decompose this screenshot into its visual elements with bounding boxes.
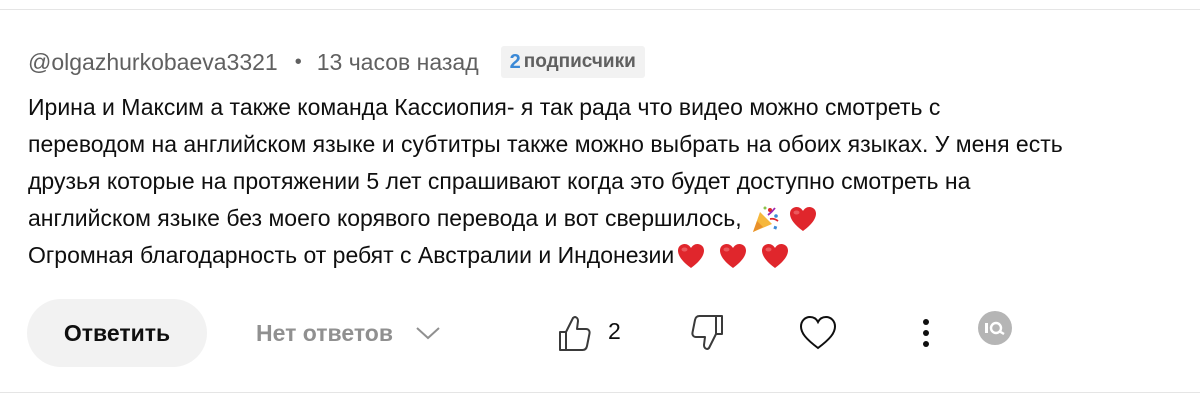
creator-avatar-icon: [978, 311, 1012, 345]
replies-toggle[interactable]: Нет ответов: [256, 313, 441, 353]
comment-line: переводом на английском языке и субтитры…: [28, 126, 1188, 163]
comment-text: Ирина и Максим а также команда Кассиопия…: [28, 89, 1188, 274]
party-popper-icon: [750, 204, 780, 234]
comment-line: друзья которые на протяжении 5 лет спраш…: [28, 163, 1188, 200]
comment-line-text: переводом на английском языке и субтитры…: [28, 131, 1063, 157]
thumbs-up-icon: [559, 316, 591, 351]
subscribers-count: 2: [509, 50, 521, 73]
more-vertical-icon: [923, 319, 929, 347]
top-divider: [0, 9, 1200, 10]
red-heart-icon: [718, 241, 748, 271]
meta-separator: •: [294, 50, 302, 73]
replies-toggle-label: Нет ответов: [256, 319, 393, 346]
like-count: 2: [608, 318, 621, 344]
creator-heart-button[interactable]: [798, 312, 838, 354]
comment-line-text: английском языке без моего корявого пере…: [28, 205, 742, 231]
subscribers-label: подписчики: [523, 51, 636, 72]
thumbs-down-icon: [691, 315, 723, 350]
author-handle[interactable]: @olgazhurkobaeva3321: [28, 49, 278, 76]
comment-timestamp[interactable]: 13 часов назад: [317, 49, 479, 76]
comment-line-text: друзья которые на протяжении 5 лет спраш…: [28, 168, 971, 194]
comment-line: Ирина и Максим а также команда Кассиопия…: [28, 89, 1188, 126]
comment-line-text: Огромная благодарность от ребят с Австра…: [28, 242, 675, 268]
dislike-button[interactable]: [690, 312, 726, 354]
subscribers-badge: 2 подписчики: [500, 46, 645, 78]
reply-button[interactable]: Ответить: [27, 299, 207, 367]
comment-line: Огромная благодарность от ребят с Австра…: [28, 237, 1188, 274]
comment-line: английском языке без моего корявого пере…: [28, 200, 1188, 237]
bottom-divider: [0, 392, 1200, 393]
red-heart-icon: [676, 241, 706, 271]
comment-line-text: Ирина и Максим а также команда Кассиопия…: [28, 94, 941, 120]
like-button[interactable]: [556, 312, 592, 354]
red-heart-icon: [788, 204, 818, 234]
more-actions-button[interactable]: [914, 313, 938, 353]
chevron-down-icon: [416, 327, 440, 340]
creator-avatar: [977, 310, 1013, 346]
comment-header: @olgazhurkobaeva3321 • 13 часов назад 2 …: [28, 44, 645, 80]
heart-outline-icon: [799, 315, 837, 350]
red-heart-icon: [760, 241, 790, 271]
reply-button-label: Ответить: [63, 319, 171, 346]
